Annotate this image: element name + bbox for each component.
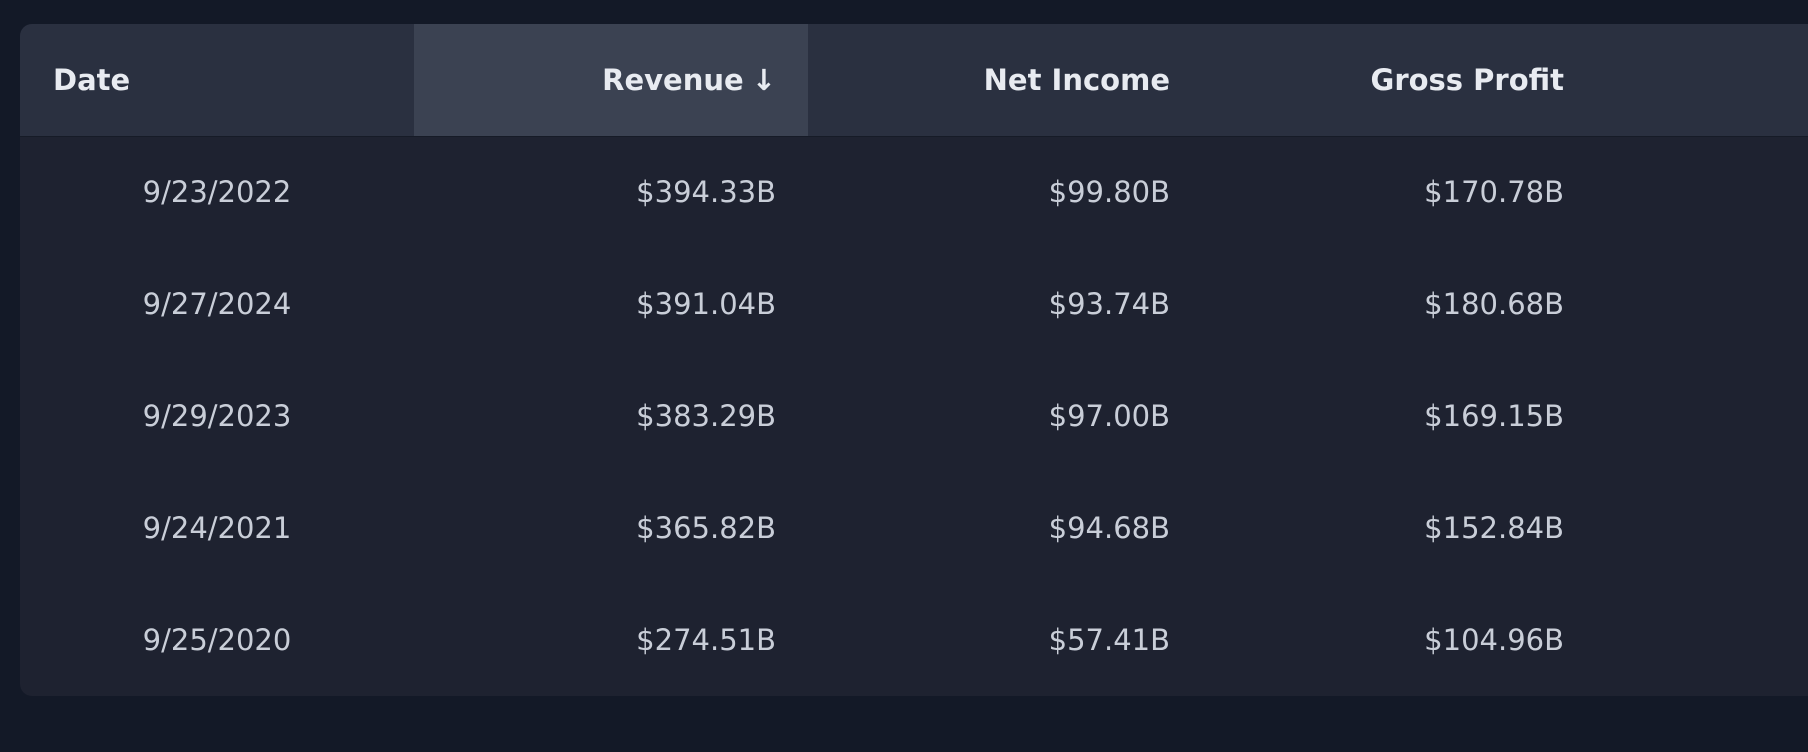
financials-table: Date Revenue ↓ Net Income Gross Profit 9/… (20, 24, 1808, 696)
column-header-label: Net Income (983, 63, 1170, 97)
gross-profit-cell: $104.96B (1424, 623, 1564, 657)
date-cell: 9/23/2022 (142, 175, 292, 209)
table-row[interactable]: 9/27/2024 $391.04B $93.74B $180.68B (20, 248, 1808, 360)
net-income-cell: $93.74B (1048, 287, 1170, 321)
revenue-cell: $391.04B (636, 287, 776, 321)
revenue-cell: $365.82B (636, 511, 776, 545)
table-header-row: Date Revenue ↓ Net Income Gross Profit (20, 24, 1808, 137)
column-header-label: Gross Profit (1370, 63, 1564, 97)
date-cell: 9/27/2024 (142, 287, 292, 321)
date-cell: 9/25/2020 (142, 623, 292, 657)
revenue-cell: $274.51B (636, 623, 776, 657)
net-income-cell: $94.68B (1048, 511, 1170, 545)
column-header-label: Date (53, 63, 131, 97)
table-row[interactable]: 9/25/2020 $274.51B $57.41B $104.96B (20, 584, 1808, 696)
net-income-cell: $57.41B (1048, 623, 1170, 657)
date-cell: 9/29/2023 (142, 399, 292, 433)
column-header-label: Revenue (602, 63, 744, 97)
table-row[interactable]: 9/23/2022 $394.33B $99.80B $170.78B (20, 136, 1808, 248)
column-header-date[interactable]: Date (20, 24, 414, 136)
net-income-cell: $99.80B (1048, 175, 1170, 209)
sort-descending-icon: ↓ (751, 63, 776, 97)
column-header-revenue[interactable]: Revenue ↓ (414, 24, 808, 136)
gross-profit-cell: $170.78B (1424, 175, 1564, 209)
gross-profit-cell: $180.68B (1424, 287, 1564, 321)
column-header-net-income[interactable]: Net Income (808, 24, 1202, 136)
column-header-gross-profit[interactable]: Gross Profit (1202, 24, 1596, 136)
gross-profit-cell: $169.15B (1424, 399, 1564, 433)
revenue-cell: $394.33B (636, 175, 776, 209)
date-cell: 9/24/2021 (142, 511, 292, 545)
gross-profit-cell: $152.84B (1424, 511, 1564, 545)
revenue-cell: $383.29B (636, 399, 776, 433)
table-row[interactable]: 9/29/2023 $383.29B $97.00B $169.15B (20, 360, 1808, 472)
table-row[interactable]: 9/24/2021 $365.82B $94.68B $152.84B (20, 472, 1808, 584)
net-income-cell: $97.00B (1048, 399, 1170, 433)
